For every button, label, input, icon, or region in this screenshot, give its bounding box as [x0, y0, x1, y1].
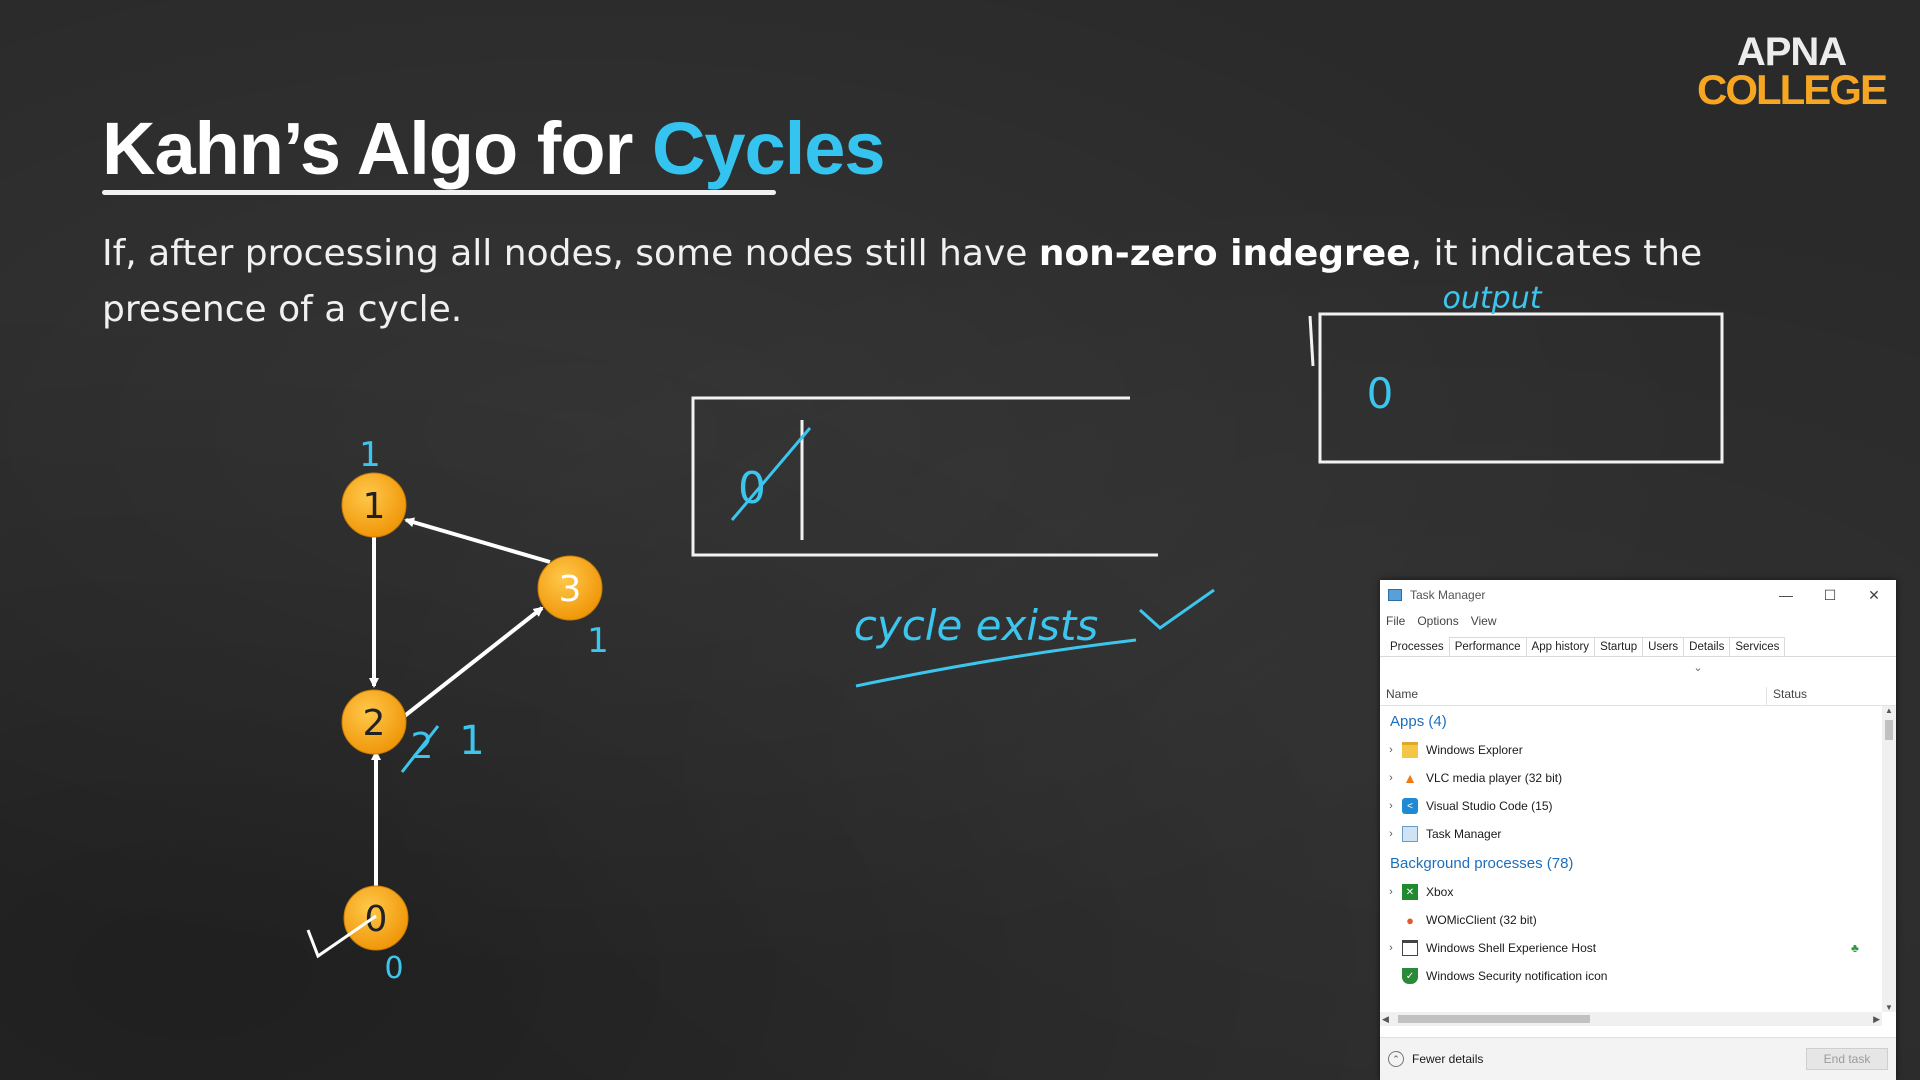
chevron-up-icon: ⌃ [1388, 1051, 1404, 1067]
chevron-right-icon[interactable]: › [1380, 828, 1402, 840]
process-row-security-notification[interactable]: ✓ Windows Security notification icon [1380, 962, 1896, 990]
tab-startup[interactable]: Startup [1594, 637, 1644, 656]
chevron-right-icon[interactable]: › [1380, 800, 1402, 812]
horizontal-scroll-thumb[interactable] [1398, 1015, 1590, 1023]
maximize-icon[interactable]: ☐ [1808, 580, 1852, 610]
tm-column-collapse[interactable]: ⌄ [1380, 657, 1896, 679]
edge-2-to-3 [400, 606, 544, 720]
group-background-processes[interactable]: Background processes (78) [1380, 848, 1896, 878]
column-status[interactable]: Status [1767, 687, 1807, 705]
scroll-up-icon[interactable]: ▲ [1882, 706, 1896, 715]
window-icon [1402, 940, 1418, 956]
tm-window-title: Task Manager [1410, 588, 1486, 602]
indegree-node-0: 0 [384, 951, 403, 986]
process-name: Windows Explorer [1426, 743, 1523, 757]
scroll-down-icon[interactable]: ▼ [1882, 1003, 1896, 1012]
chevron-down-icon[interactable]: ⌄ [1693, 662, 1702, 674]
tm-menu-bar: File Options View [1380, 610, 1896, 632]
process-name: VLC media player (32 bit) [1426, 771, 1563, 785]
fewer-details-label: Fewer details [1412, 1052, 1484, 1066]
task-manager-window: Task Manager — ☐ ✕ File Options View Pro… [1380, 580, 1896, 1080]
chevron-right-icon[interactable]: › [1380, 744, 1402, 756]
indegree-node-1: 1 [359, 435, 381, 475]
xbox-icon: ✕ [1402, 884, 1418, 900]
node-label-3: 3 [559, 569, 582, 610]
end-task-button[interactable]: End task [1806, 1048, 1888, 1070]
task-manager-icon [1388, 589, 1402, 601]
conclusion-text: cycle exists [854, 601, 1099, 650]
minimize-icon[interactable]: — [1764, 580, 1808, 610]
tm-footer: ⌃ Fewer details End task [1380, 1037, 1896, 1080]
fewer-details-button[interactable]: ⌃ Fewer details [1388, 1051, 1483, 1067]
process-row-vlc[interactable]: › ▲ VLC media player (32 bit) [1380, 764, 1896, 792]
scroll-left-icon[interactable]: ◀ [1382, 1012, 1389, 1026]
tab-users[interactable]: Users [1642, 637, 1685, 656]
graph-node-3: 3 [537, 555, 603, 621]
menu-view[interactable]: View [1471, 614, 1497, 628]
graph-node-1: 1 [341, 472, 407, 538]
chevron-right-icon[interactable]: › [1380, 942, 1402, 954]
process-name: Task Manager [1426, 827, 1502, 841]
process-row-xbox[interactable]: › ✕ Xbox [1380, 878, 1896, 906]
tm-process-list: Apps (4) › Windows Explorer › ▲ VLC medi… [1380, 706, 1896, 1012]
tab-processes[interactable]: Processes [1384, 637, 1450, 656]
node-label-0: 0 [365, 899, 388, 940]
process-row-windows-explorer[interactable]: › Windows Explorer [1380, 736, 1896, 764]
column-name[interactable]: Name [1380, 687, 1767, 705]
process-name: Windows Shell Experience Host [1426, 941, 1597, 955]
vertical-scroll-thumb[interactable] [1885, 720, 1893, 740]
indegree-node-3: 1 [587, 621, 609, 661]
indegree-node-2: 1 [459, 718, 484, 764]
chevron-right-icon[interactable]: › [1380, 886, 1402, 898]
scroll-right-icon[interactable]: ▶ [1873, 1012, 1880, 1026]
output-box-mark [1308, 315, 1315, 367]
tab-details[interactable]: Details [1683, 637, 1731, 656]
process-row-task-manager[interactable]: › Task Manager [1380, 820, 1896, 848]
node-label-1: 1 [363, 486, 386, 527]
output-entry: 0 [1367, 369, 1394, 418]
vlc-cone-icon: ▲ [1403, 770, 1417, 786]
chevron-right-icon[interactable]: › [1380, 772, 1402, 784]
shield-icon: ✓ [1402, 968, 1418, 984]
group-apps[interactable]: Apps (4) [1380, 706, 1896, 736]
tab-services[interactable]: Services [1729, 637, 1786, 656]
menu-options[interactable]: Options [1417, 614, 1458, 628]
tab-app-history[interactable]: App history [1525, 637, 1596, 656]
process-row-vscode[interactable]: › < Visual Studio Code (15) [1380, 792, 1896, 820]
process-name: Visual Studio Code (15) [1426, 799, 1553, 813]
horizontal-scrollbar[interactable]: ◀ ▶ [1380, 1012, 1882, 1026]
tm-title-bar[interactable]: Task Manager — ☐ ✕ [1380, 580, 1896, 610]
tm-tabs: Processes Performance App history Startu… [1380, 632, 1896, 657]
process-row-shell-experience-host[interactable]: › Windows Shell Experience Host ♣ [1380, 934, 1896, 962]
tab-performance[interactable]: Performance [1448, 637, 1527, 656]
process-row-womicclient[interactable]: ● WOMicClient (32 bit) [1380, 906, 1896, 934]
process-name: WOMicClient (32 bit) [1426, 913, 1537, 927]
graph-node-2: 2 [341, 689, 407, 755]
efficiency-leaf-icon: ♣ [1851, 941, 1859, 955]
output-label: output [1443, 281, 1543, 316]
graph-node-0: 0 [343, 885, 409, 951]
task-manager-icon [1402, 826, 1418, 842]
process-name: Windows Security notification icon [1426, 969, 1608, 983]
tm-column-header: Name Status [1380, 679, 1896, 706]
close-icon[interactable]: ✕ [1852, 580, 1896, 610]
process-name: Xbox [1426, 885, 1454, 899]
node-label-2: 2 [363, 703, 386, 744]
conclusion-check-mark [1138, 588, 1215, 630]
microphone-icon: ● [1406, 912, 1414, 928]
edge-3-to-1 [404, 517, 551, 564]
vertical-scrollbar[interactable]: ▲ ▼ [1882, 706, 1896, 1012]
menu-file[interactable]: File [1386, 614, 1405, 628]
vscode-icon: < [1402, 798, 1418, 814]
folder-icon [1402, 742, 1418, 758]
